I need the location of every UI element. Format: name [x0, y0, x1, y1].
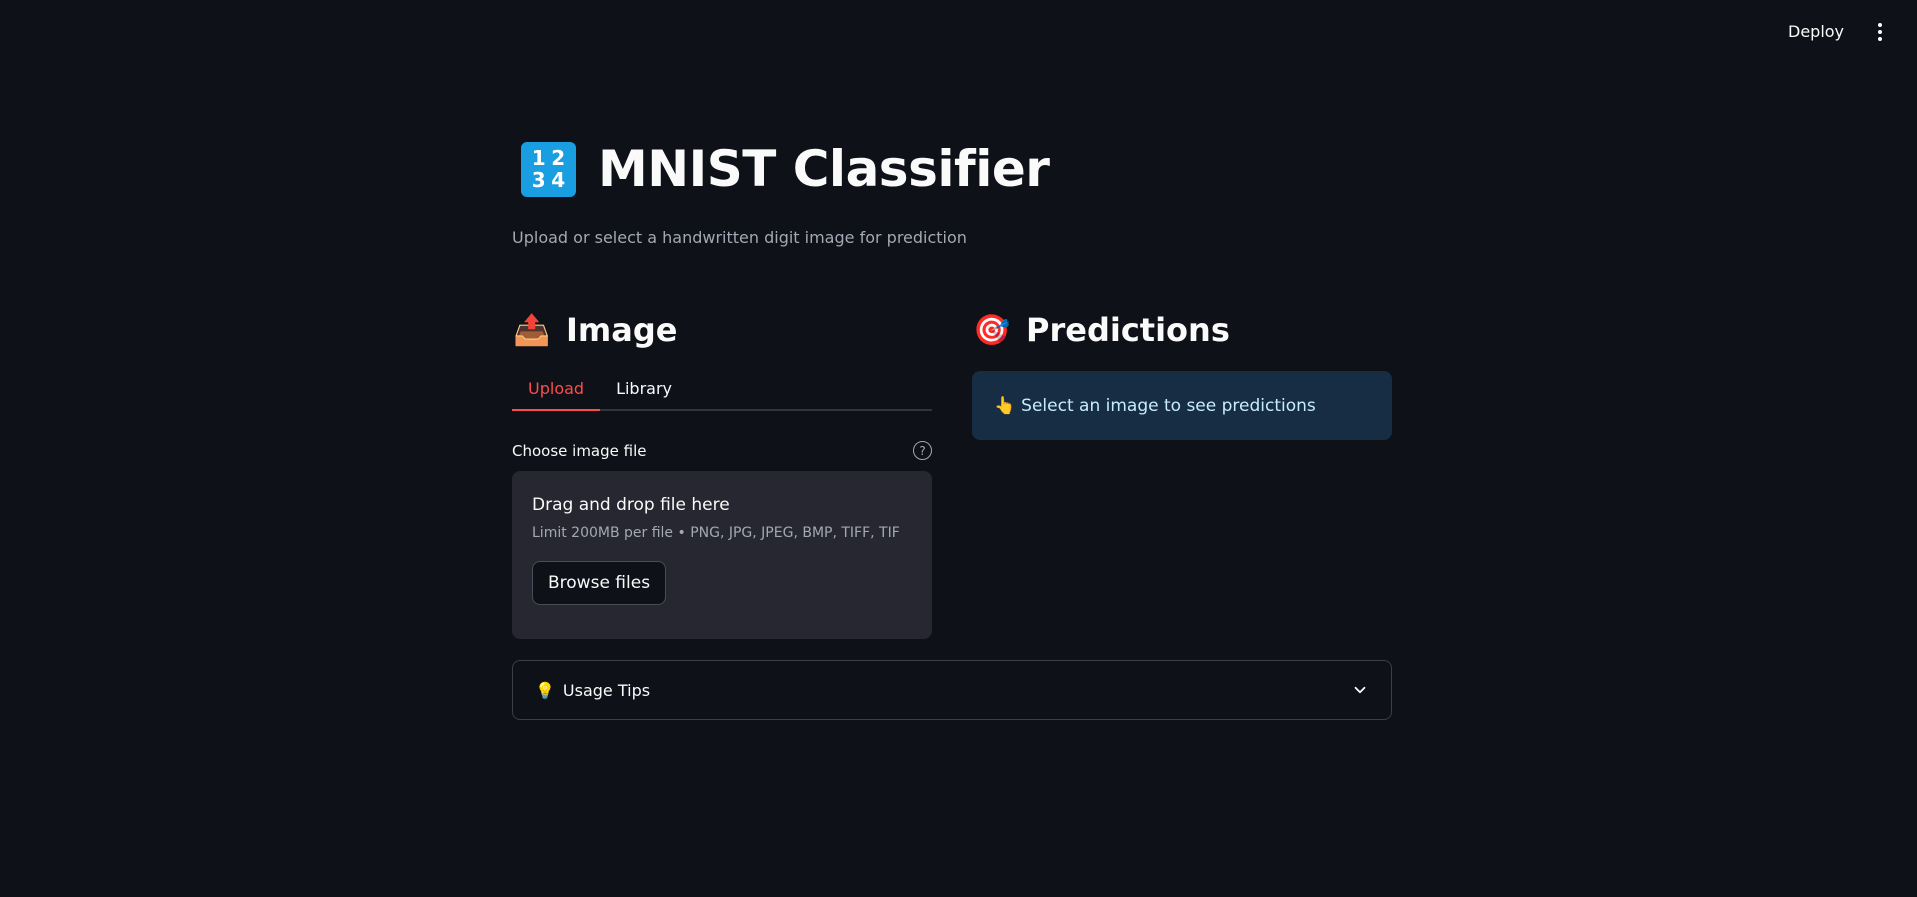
- file-dropzone[interactable]: Drag and drop file here Limit 200MB per …: [512, 471, 932, 639]
- predictions-info-text: Select an image to see predictions: [1021, 395, 1316, 416]
- image-heading: 📤 Image: [512, 305, 932, 355]
- tab-library[interactable]: Library: [600, 373, 688, 409]
- image-tabs: Upload Library: [512, 373, 932, 411]
- usage-tips-expander[interactable]: 💡 Usage Tips: [512, 660, 1392, 720]
- vertical-ellipsis-icon: [1878, 23, 1882, 27]
- image-heading-text: Image: [566, 311, 678, 349]
- image-column: 📤 Image Upload Library Choose image file…: [512, 305, 932, 639]
- icon-digit: 1: [531, 145, 546, 170]
- top-header: Deploy: [0, 0, 1917, 64]
- usage-tips-label: Usage Tips: [562, 680, 651, 700]
- dropzone-limit-text: Limit 200MB per file • PNG, JPG, JPEG, B…: [532, 525, 900, 541]
- page-title: MNIST Classifier: [598, 140, 1050, 198]
- tab-upload[interactable]: Upload: [512, 373, 601, 411]
- icon-digit: 4: [551, 168, 566, 192]
- page-subtitle: Upload or select a handwritten digit ima…: [512, 228, 967, 247]
- predictions-column: 🎯 Predictions 👆 Select an image to see p…: [972, 305, 1392, 440]
- predictions-info-box: 👆 Select an image to see predictions: [972, 371, 1392, 440]
- file-uploader-label-row: Choose image file ?: [512, 441, 932, 460]
- deploy-button[interactable]: Deploy: [1782, 20, 1850, 43]
- numbers-1234-icon: 1 2 3 4: [521, 141, 576, 197]
- question-circle-icon[interactable]: ?: [913, 441, 932, 460]
- icon-digit: 2: [551, 145, 566, 170]
- predictions-heading-text: Predictions: [1026, 311, 1230, 349]
- chevron-down-icon: [1354, 686, 1366, 694]
- outbox-tray-icon: 📤: [513, 312, 551, 348]
- pointing-up-icon: 👆: [994, 395, 1016, 416]
- file-uploader-label: Choose image file: [512, 441, 647, 460]
- browse-files-button[interactable]: Browse files: [532, 561, 667, 605]
- light-bulb-icon: 💡: [535, 680, 555, 700]
- vertical-ellipsis-icon-dot: [1878, 37, 1882, 41]
- icon-digit: 3: [531, 168, 546, 192]
- dropzone-title: Drag and drop file here: [532, 495, 730, 515]
- target-icon: 🎯: [973, 312, 1011, 348]
- predictions-heading: 🎯 Predictions: [972, 305, 1392, 355]
- vertical-ellipsis-icon-dot: [1878, 30, 1882, 34]
- page-title-row: 1 2 3 4 MNIST Classifier: [521, 140, 1050, 198]
- main-menu-button[interactable]: [1870, 20, 1890, 44]
